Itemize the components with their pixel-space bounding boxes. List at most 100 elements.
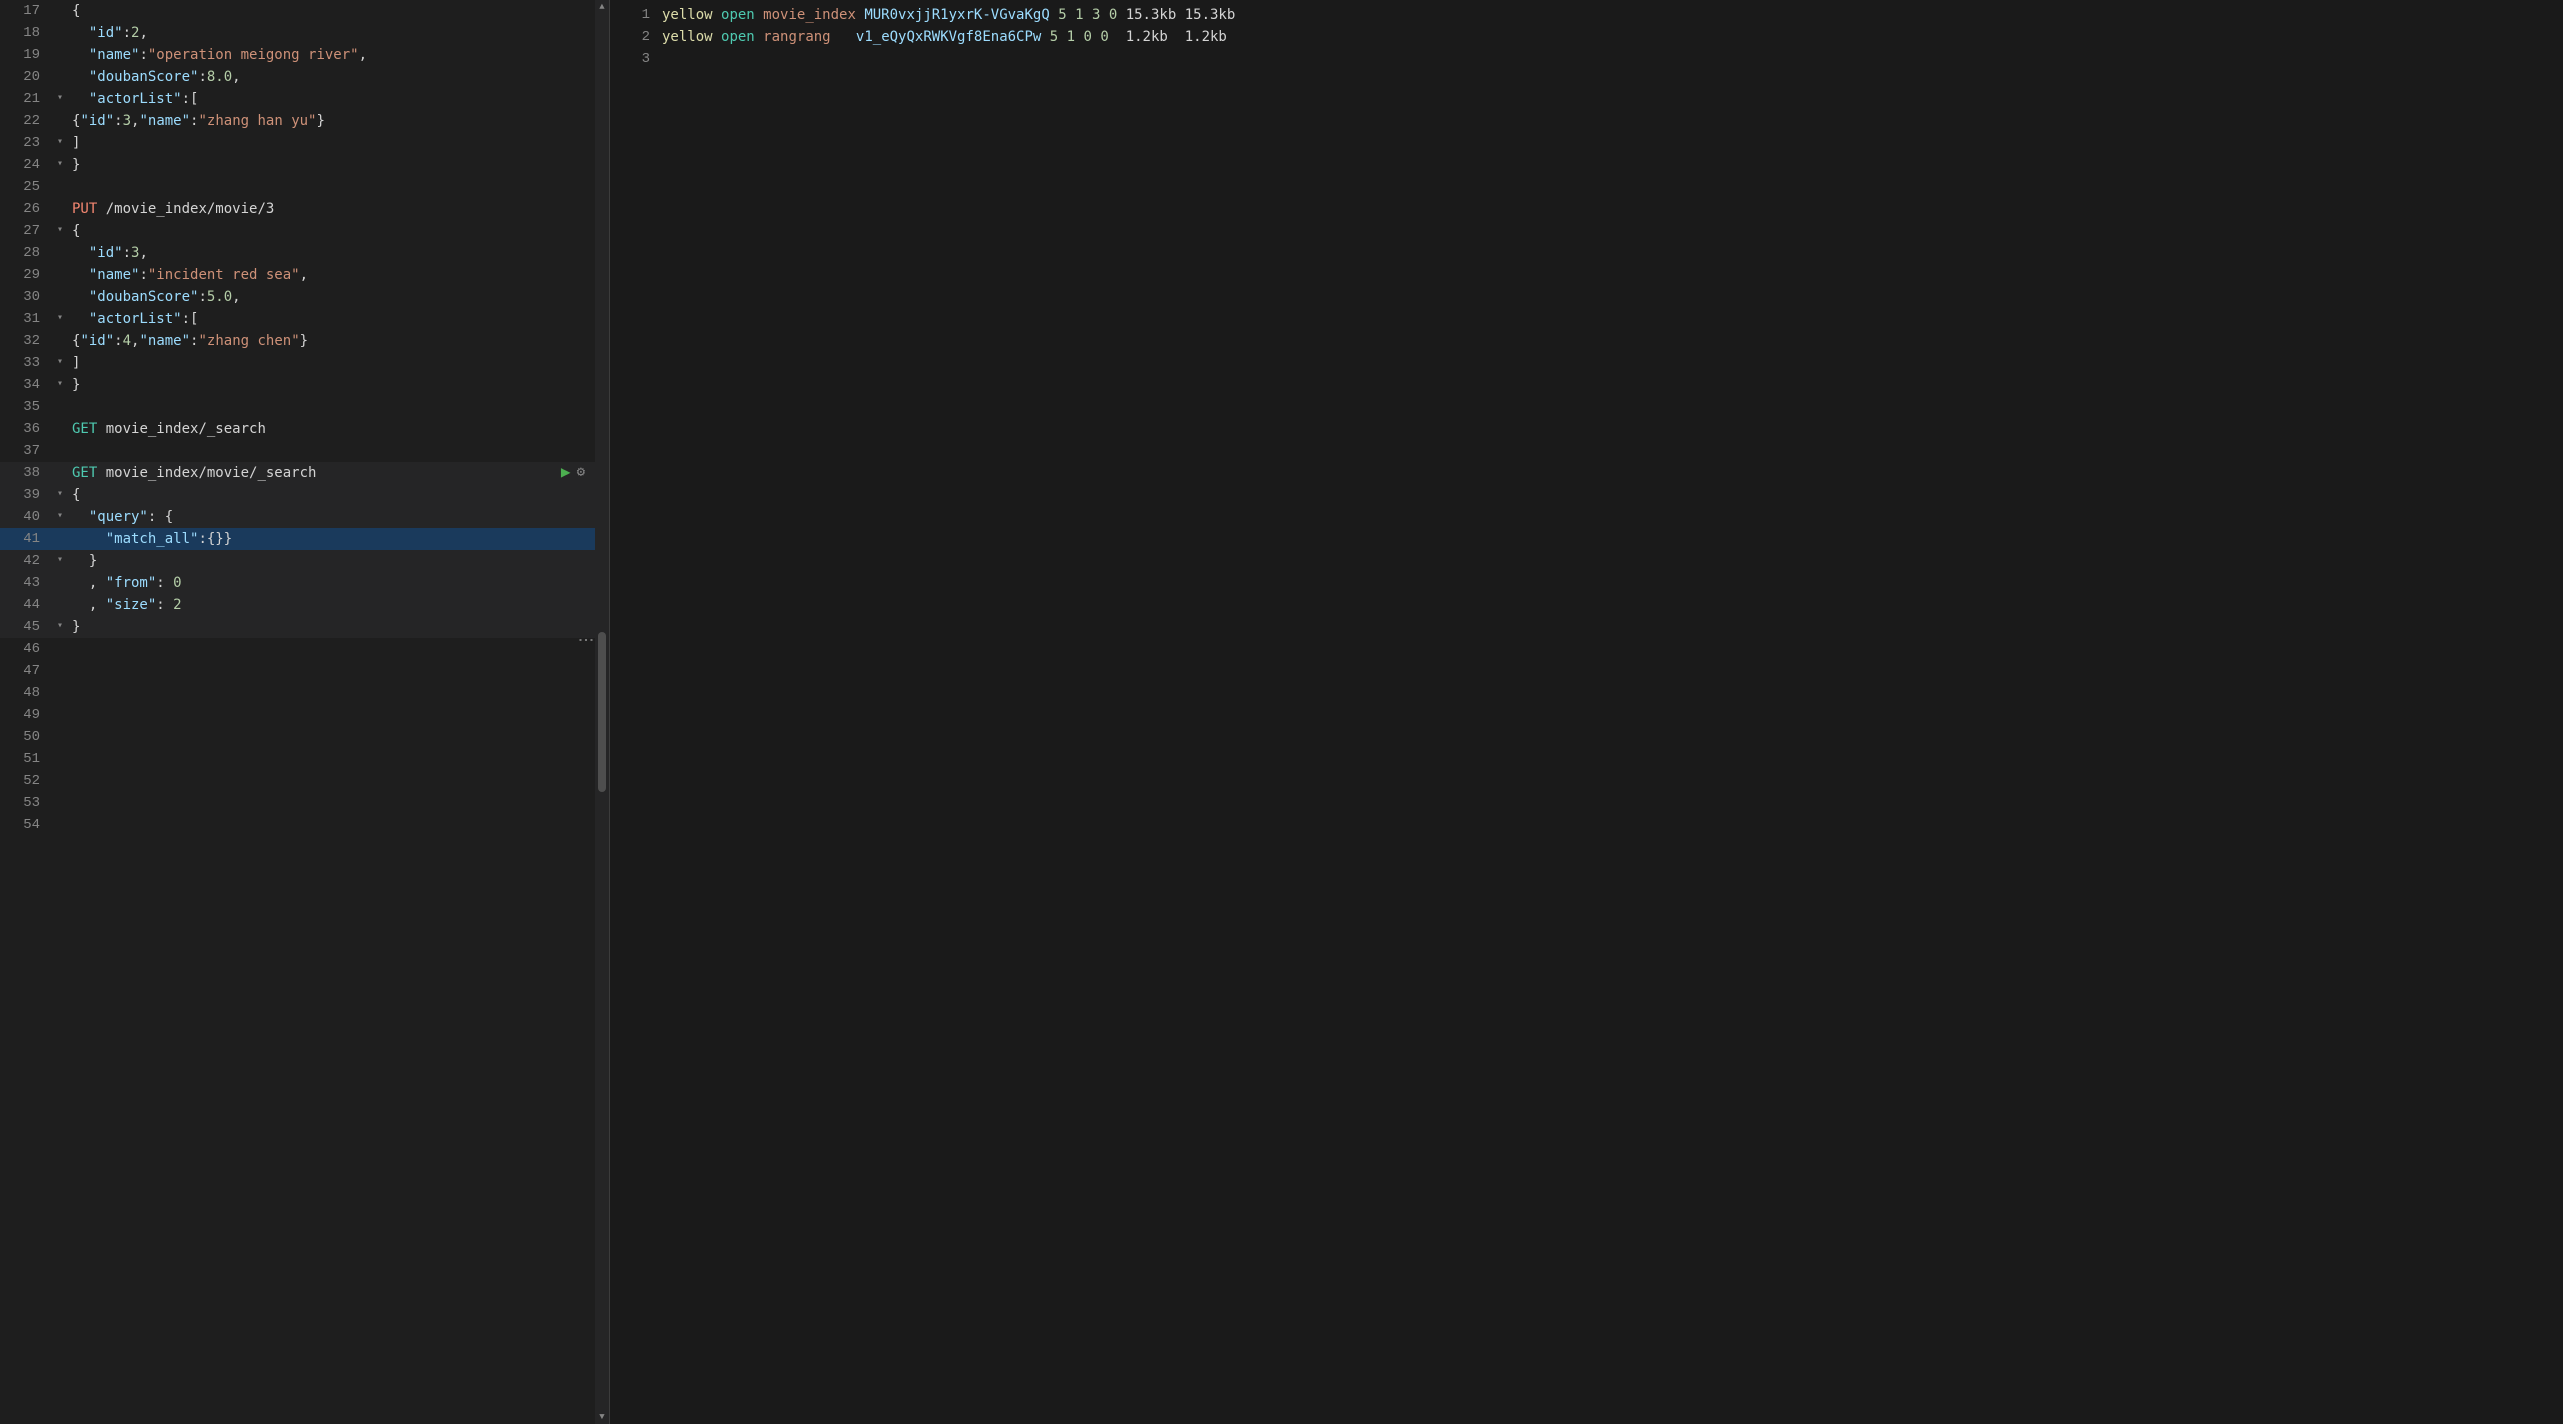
line-content: , "size": 2 [68, 594, 609, 616]
fold-arrow[interactable]: ▾ [52, 352, 68, 374]
line-content: , "from": 0 [68, 572, 609, 594]
settings-button[interactable]: ⚙ [577, 462, 585, 484]
line-number: 32 [0, 330, 52, 352]
line-content: "query": { [68, 506, 609, 528]
left-panel: 17{18 "id":2,19 "name":"operation meigon… [0, 0, 610, 1424]
line-content: "name":"incident red sea", [68, 264, 609, 286]
line-number: 25 [0, 176, 52, 198]
line-number: 28 [0, 242, 52, 264]
fold-arrow[interactable]: ▾ [52, 550, 68, 572]
scroll-area: 17{18 "id":2,19 "name":"operation meigon… [0, 0, 609, 1424]
line-number: 45 [0, 616, 52, 638]
line-number: 42 [0, 550, 52, 572]
line-content: } [68, 374, 609, 396]
line-content: } [68, 154, 609, 176]
code-line: 47 [0, 660, 609, 682]
line-number: 19 [0, 44, 52, 66]
line-content: {"id":4,"name":"zhang chen"} [68, 330, 609, 352]
line-content: { [68, 0, 609, 22]
code-line: 18 "id":2, [0, 22, 609, 44]
code-line: 27▾{ [0, 220, 609, 242]
line-content: ] [68, 352, 609, 374]
line-number: 31 [0, 308, 52, 330]
line-number: 37 [0, 440, 52, 462]
scroll-up-arrow[interactable]: ▲ [599, 2, 604, 12]
line-number: 41 [0, 528, 52, 550]
code-line: 48 [0, 682, 609, 704]
line-content: "actorList":[ [68, 88, 609, 110]
code-line: 51 [0, 748, 609, 770]
fold-arrow[interactable]: ▾ [52, 88, 68, 110]
line-number: 48 [0, 682, 52, 704]
code-line: 40▾ "query": { [0, 506, 609, 528]
output-line: 1yellow open movie_index MUR0vxjjR1yxrK-… [610, 4, 2563, 26]
play-button[interactable]: ▶ [561, 462, 571, 484]
line-content: ] [68, 132, 609, 154]
code-line: 54 [0, 814, 609, 836]
line-number: 52 [0, 770, 52, 792]
output-area: 1yellow open movie_index MUR0vxjjR1yxrK-… [610, 0, 2563, 1424]
code-line: 19 "name":"operation meigong river", [0, 44, 609, 66]
line-number: 36 [0, 418, 52, 440]
line-number: 50 [0, 726, 52, 748]
fold-arrow[interactable]: ▾ [52, 616, 68, 638]
line-number: 44 [0, 594, 52, 616]
code-line: 39▾{ [0, 484, 609, 506]
line-number: 26 [0, 198, 52, 220]
line-number: 54 [0, 814, 52, 836]
right-panel: 1yellow open movie_index MUR0vxjjR1yxrK-… [610, 0, 2563, 1424]
fold-arrow[interactable]: ▾ [52, 484, 68, 506]
code-line: 44 , "size": 2 [0, 594, 609, 616]
line-number: 22 [0, 110, 52, 132]
line-content: "match_all":{}} [68, 528, 609, 550]
code-lines: 17{18 "id":2,19 "name":"operation meigon… [0, 0, 609, 1424]
line-number: 40 [0, 506, 52, 528]
line-number: 43 [0, 572, 52, 594]
line-number: 53 [0, 792, 52, 814]
scroll-thumb[interactable] [598, 632, 606, 792]
line-number: 51 [0, 748, 52, 770]
code-line: 31▾ "actorList":[ [0, 308, 609, 330]
line-content: { [68, 220, 609, 242]
line-number: 23 [0, 132, 52, 154]
vertical-scrollbar[interactable]: ▲ ▼ [595, 0, 609, 1424]
line-number: 34 [0, 374, 52, 396]
output-line-number: 1 [610, 4, 662, 26]
output-line: 2yellow open rangrang v1_eQyQxRWKVgf8Ena… [610, 26, 2563, 48]
code-line: 50 [0, 726, 609, 748]
line-content: } [68, 550, 609, 572]
output-line-number: 2 [610, 26, 662, 48]
code-line: 41 "match_all":{}} [0, 528, 609, 550]
code-line: 36 GET movie_index/_search [0, 418, 609, 440]
fold-arrow[interactable]: ▾ [52, 154, 68, 176]
line-content: } [68, 616, 609, 638]
line-content: "id":3, [68, 242, 609, 264]
code-line: 43 , "from": 0 [0, 572, 609, 594]
code-line: 30 "doubanScore":5.0, [0, 286, 609, 308]
code-line: 32 {"id":4,"name":"zhang chen"} [0, 330, 609, 352]
code-line: 28 "id":3, [0, 242, 609, 264]
line-content: "actorList":[ [68, 308, 609, 330]
code-line: 49 [0, 704, 609, 726]
line-number: 30 [0, 286, 52, 308]
code-line: 42▾ } [0, 550, 609, 572]
code-line: 38GET movie_index/movie/_search▶⚙ [0, 462, 609, 484]
line-number: 47 [0, 660, 52, 682]
line-content: GET movie_index/_search [68, 418, 609, 440]
panel-menu-icon[interactable]: ⋮ [577, 632, 593, 652]
output-line: 3 [610, 48, 2563, 70]
line-number: 35 [0, 396, 52, 418]
code-line: 34▾} [0, 374, 609, 396]
line-content: "doubanScore":8.0, [68, 66, 609, 88]
line-number: 18 [0, 22, 52, 44]
line-content: PUT /movie_index/movie/3 [68, 198, 609, 220]
fold-arrow[interactable]: ▾ [52, 374, 68, 396]
output-line-content: yellow open rangrang v1_eQyQxRWKVgf8Ena6… [662, 26, 2563, 48]
fold-arrow[interactable]: ▾ [52, 132, 68, 154]
fold-arrow[interactable]: ▾ [52, 506, 68, 528]
fold-arrow[interactable]: ▾ [52, 220, 68, 242]
code-line: 26 PUT /movie_index/movie/3 [0, 198, 609, 220]
fold-arrow[interactable]: ▾ [52, 308, 68, 330]
scroll-down-arrow[interactable]: ▼ [599, 1412, 604, 1422]
code-line: 45▾} [0, 616, 609, 638]
